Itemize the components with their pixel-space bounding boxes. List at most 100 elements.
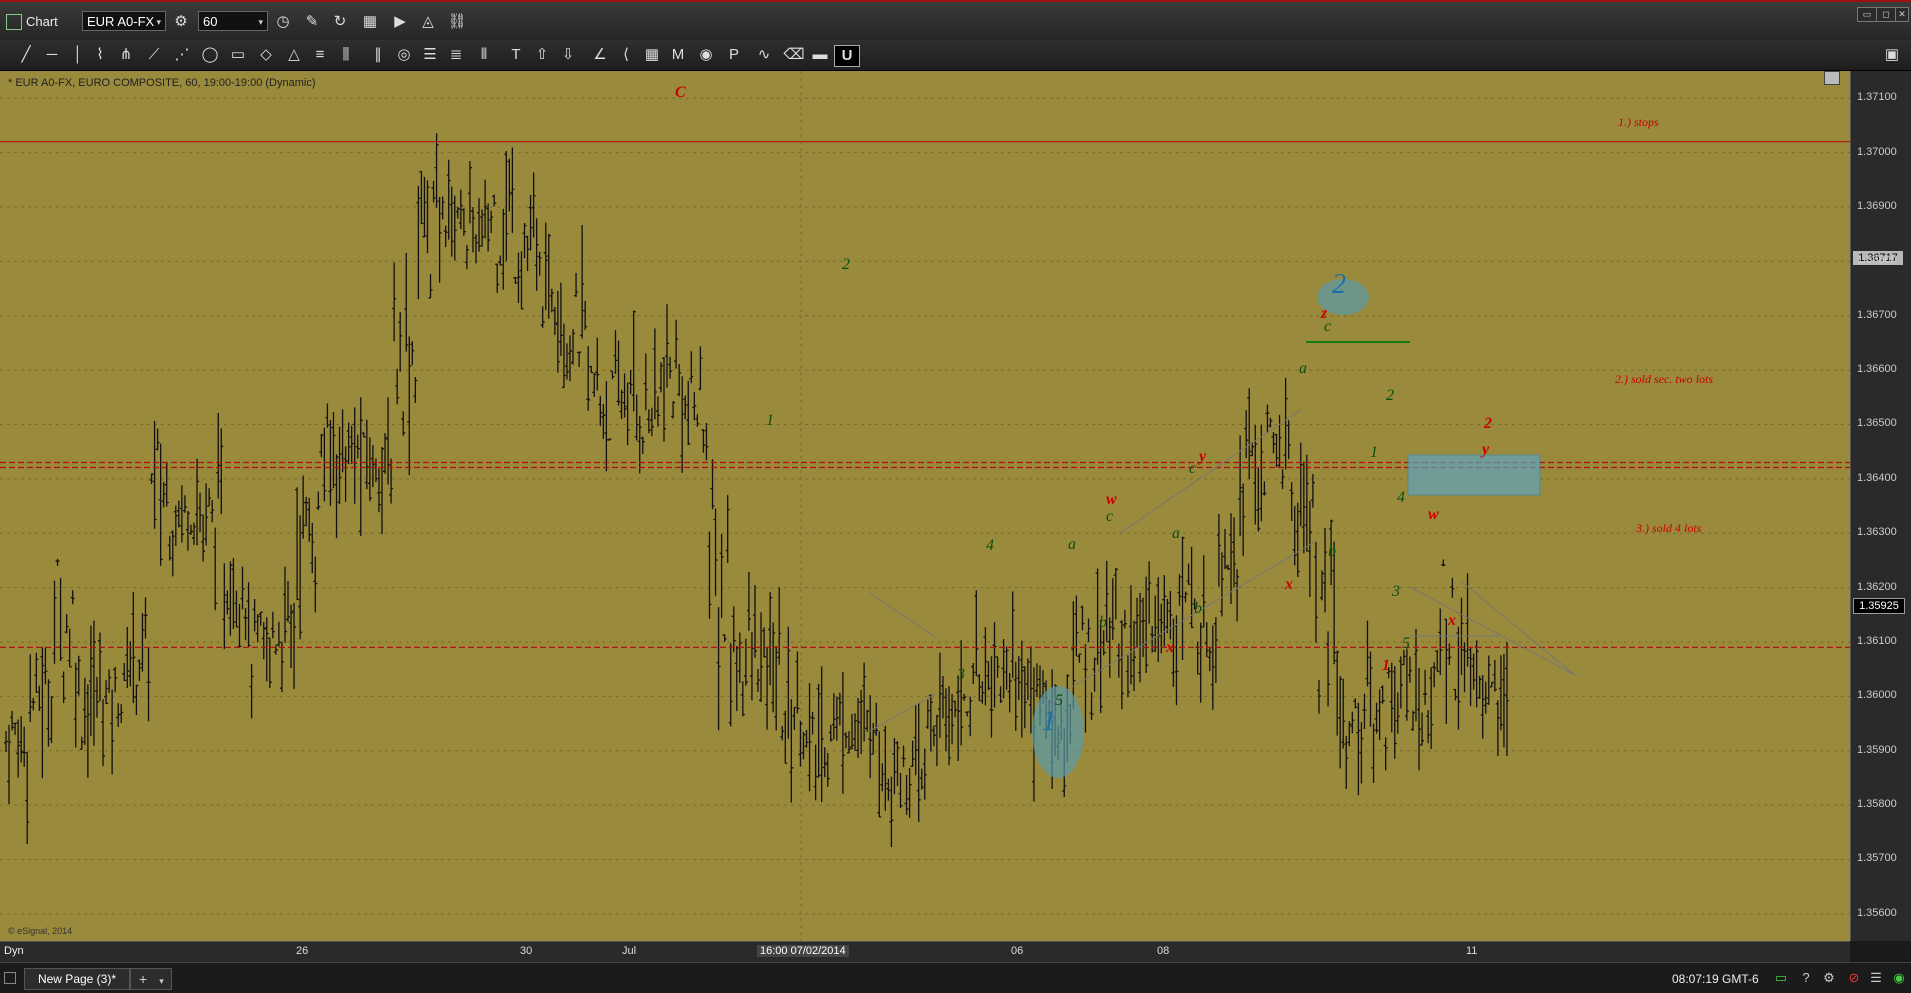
interval-value: 60 (203, 14, 218, 29)
alert-icon[interactable]: ◬ (418, 12, 438, 32)
toggle-tool-icon[interactable]: ▬ (808, 45, 832, 65)
settings-icon[interactable]: ⚙ (171, 12, 191, 32)
toolbar-config-icon[interactable]: ▣ (1880, 45, 1904, 65)
title-bar: Chart EUR A0-FX ▾ ⚙ 60 ▾ ◷ ✎ ↻ ▦ ▶ ◬ ⛓ ▭ ◻… (0, 0, 1911, 40)
price-tick-label: 1.35600 (1857, 906, 1897, 919)
pitchfork-tool-icon[interactable]: ⋔ (114, 45, 138, 65)
wave-label: w (1106, 491, 1117, 508)
link-icon[interactable]: ⛓ (447, 12, 467, 32)
status-bar: New Page (3)* + ▾ 08:07:19 GMT-6 ▭ ? ⚙ ⊘ … (0, 962, 1911, 993)
fib-fan-tool-icon[interactable]: ⋰ (170, 45, 194, 65)
ellipse-tool-icon[interactable]: ◯ (198, 45, 222, 65)
parallel-lines-tool-icon[interactable]: ∥ (366, 45, 390, 65)
price-axis[interactable]: 1.36717 1.35925 1.37100 1.37000 1.36900 1.3… (1850, 71, 1911, 941)
angle-tool-icon[interactable]: ∠ (588, 45, 612, 65)
fib-time-tool-icon[interactable]: ⫴ (472, 45, 496, 65)
dyn-label[interactable]: Dyn (4, 945, 24, 957)
price-chart[interactable] (0, 71, 1850, 941)
clock-icon[interactable]: ◷ (273, 12, 293, 32)
chart-title: * EUR A0-FX, EURO COMPOSITE, 60, 19:00-1… (8, 77, 316, 89)
list-icon[interactable]: ☰ (1867, 969, 1885, 987)
wave-label: w (1428, 506, 1439, 523)
wave-label: 2 (1484, 415, 1492, 432)
wave-label: 2 (1386, 387, 1394, 404)
cycle-lines-tool-icon[interactable]: ⫼ (334, 45, 358, 65)
polyline-tool-icon[interactable]: ⌇ (88, 45, 112, 65)
chart-app-icon (6, 14, 22, 30)
ma-tool-icon[interactable]: M (666, 45, 690, 65)
rectangle-tool-icon[interactable]: ▭ (226, 45, 250, 65)
price-tick-label: 1.36800 (1857, 254, 1897, 267)
gann-fan-tool-icon[interactable]: ⟋ (142, 45, 166, 65)
add-page-button[interactable]: + ▾ (130, 968, 172, 990)
chart-menu-icon[interactable] (1824, 71, 1840, 85)
eye-tool-icon[interactable]: ◉ (694, 45, 718, 65)
refresh-icon[interactable]: ↻ (330, 12, 350, 32)
table-tool-icon[interactable]: ▦ (640, 45, 664, 65)
wave-label: a (1068, 536, 1076, 553)
triangle-tool-icon[interactable]: △ (282, 45, 306, 65)
grid-icon[interactable]: ▦ (360, 12, 380, 32)
up-arrow-tool-icon[interactable]: ⇧ (530, 45, 554, 65)
maximize-button[interactable]: ◻ (1876, 7, 1896, 22)
wave-label: 1 (1042, 706, 1056, 737)
wave-label: x (1448, 612, 1456, 629)
chevron-down-icon[interactable]: ▾ (156, 12, 161, 32)
price-tick-label: 1.36600 (1857, 363, 1897, 376)
fib-extension-tool-icon[interactable]: ≣ (444, 45, 468, 65)
status-ok-icon: ◉ (1893, 970, 1905, 985)
interval-input[interactable]: 60 ▾ (198, 11, 268, 31)
chevron-down-icon[interactable]: ▾ (258, 12, 263, 32)
wave-label: 2 (1332, 269, 1346, 300)
line-tool-icon[interactable]: ╱ (14, 45, 38, 65)
price-tick-label: 1.36400 (1857, 471, 1897, 484)
wave-label: x (1166, 639, 1174, 656)
chevron-down-icon[interactable]: ▾ (159, 976, 164, 986)
close-button[interactable]: ✕ (1895, 7, 1909, 22)
wave-label: b (1194, 600, 1202, 617)
price-tick-label: 1.36500 (1857, 417, 1897, 430)
pencil-icon[interactable]: ✎ (302, 12, 322, 32)
wave-label: a (1299, 360, 1307, 377)
wave-label: y (1482, 441, 1490, 458)
wave-tool-icon[interactable]: ∿ (752, 45, 776, 65)
settings-icon[interactable]: ⚙ (1820, 969, 1838, 987)
highlighter-tool-icon[interactable]: ◇ (254, 45, 278, 65)
fib-retracement-tool-icon[interactable]: ☰ (418, 45, 442, 65)
vertical-line-tool-icon[interactable]: │ (66, 45, 90, 65)
price-tick-label: 1.37000 (1857, 145, 1897, 158)
wave-label: 3 (1392, 583, 1400, 600)
eraser-tool-icon[interactable]: ⌫ (782, 45, 806, 65)
chat-icon[interactable]: ▭ (1772, 969, 1790, 987)
price-tick-label: 1.36200 (1857, 580, 1897, 593)
speed-lines-tool-icon[interactable]: ⟨ (614, 45, 638, 65)
stops-note: 1.) stops (1618, 115, 1659, 129)
wave-label: 5 (1055, 692, 1063, 709)
minimize-button[interactable]: ▭ (1857, 7, 1877, 22)
time-label: 08 (1157, 945, 1170, 957)
down-arrow-tool-icon[interactable]: ⇩ (556, 45, 580, 65)
page-menu-icon[interactable] (4, 972, 16, 984)
play-icon[interactable]: ▶ (390, 12, 410, 32)
wave-label: 5 (1402, 635, 1410, 652)
page-tab[interactable]: New Page (3)* (24, 968, 130, 990)
fib-circle-tool-icon[interactable]: ◎ (392, 45, 416, 65)
text-tool-icon[interactable]: T (504, 45, 528, 65)
disconnect-icon[interactable]: ⊘ (1845, 969, 1863, 987)
wave-label: z (1321, 305, 1328, 322)
clock: 08:07:19 GMT-6 (1672, 972, 1759, 986)
channel-tool-icon[interactable]: ≡ (308, 45, 332, 65)
symbol-input[interactable]: EUR A0-FX ▾ (82, 11, 166, 31)
wave-label: x (1285, 576, 1293, 593)
help-icon[interactable]: ? (1797, 969, 1815, 987)
horizontal-line-tool-icon[interactable]: ─ (40, 45, 64, 65)
current-price-label: 1.35925 (1853, 598, 1905, 614)
price-tick-label: 1.35800 (1857, 798, 1897, 811)
app-name: Chart (26, 14, 58, 29)
price-tick-label: 1.36000 (1857, 689, 1897, 702)
pti-tool-icon[interactable]: P (722, 45, 746, 65)
magnet-tool-icon[interactable]: U (834, 45, 860, 67)
sold-two-lots-note: 2.) sold sec. two lots (1615, 372, 1713, 386)
chart-area[interactable]: * EUR A0-FX, EURO COMPOSITE, 60, 19:00-1… (0, 71, 1850, 941)
time-axis[interactable]: Dyn 26 30 Jul 16:00 07/02/2014 06 08 11 (0, 941, 1850, 962)
